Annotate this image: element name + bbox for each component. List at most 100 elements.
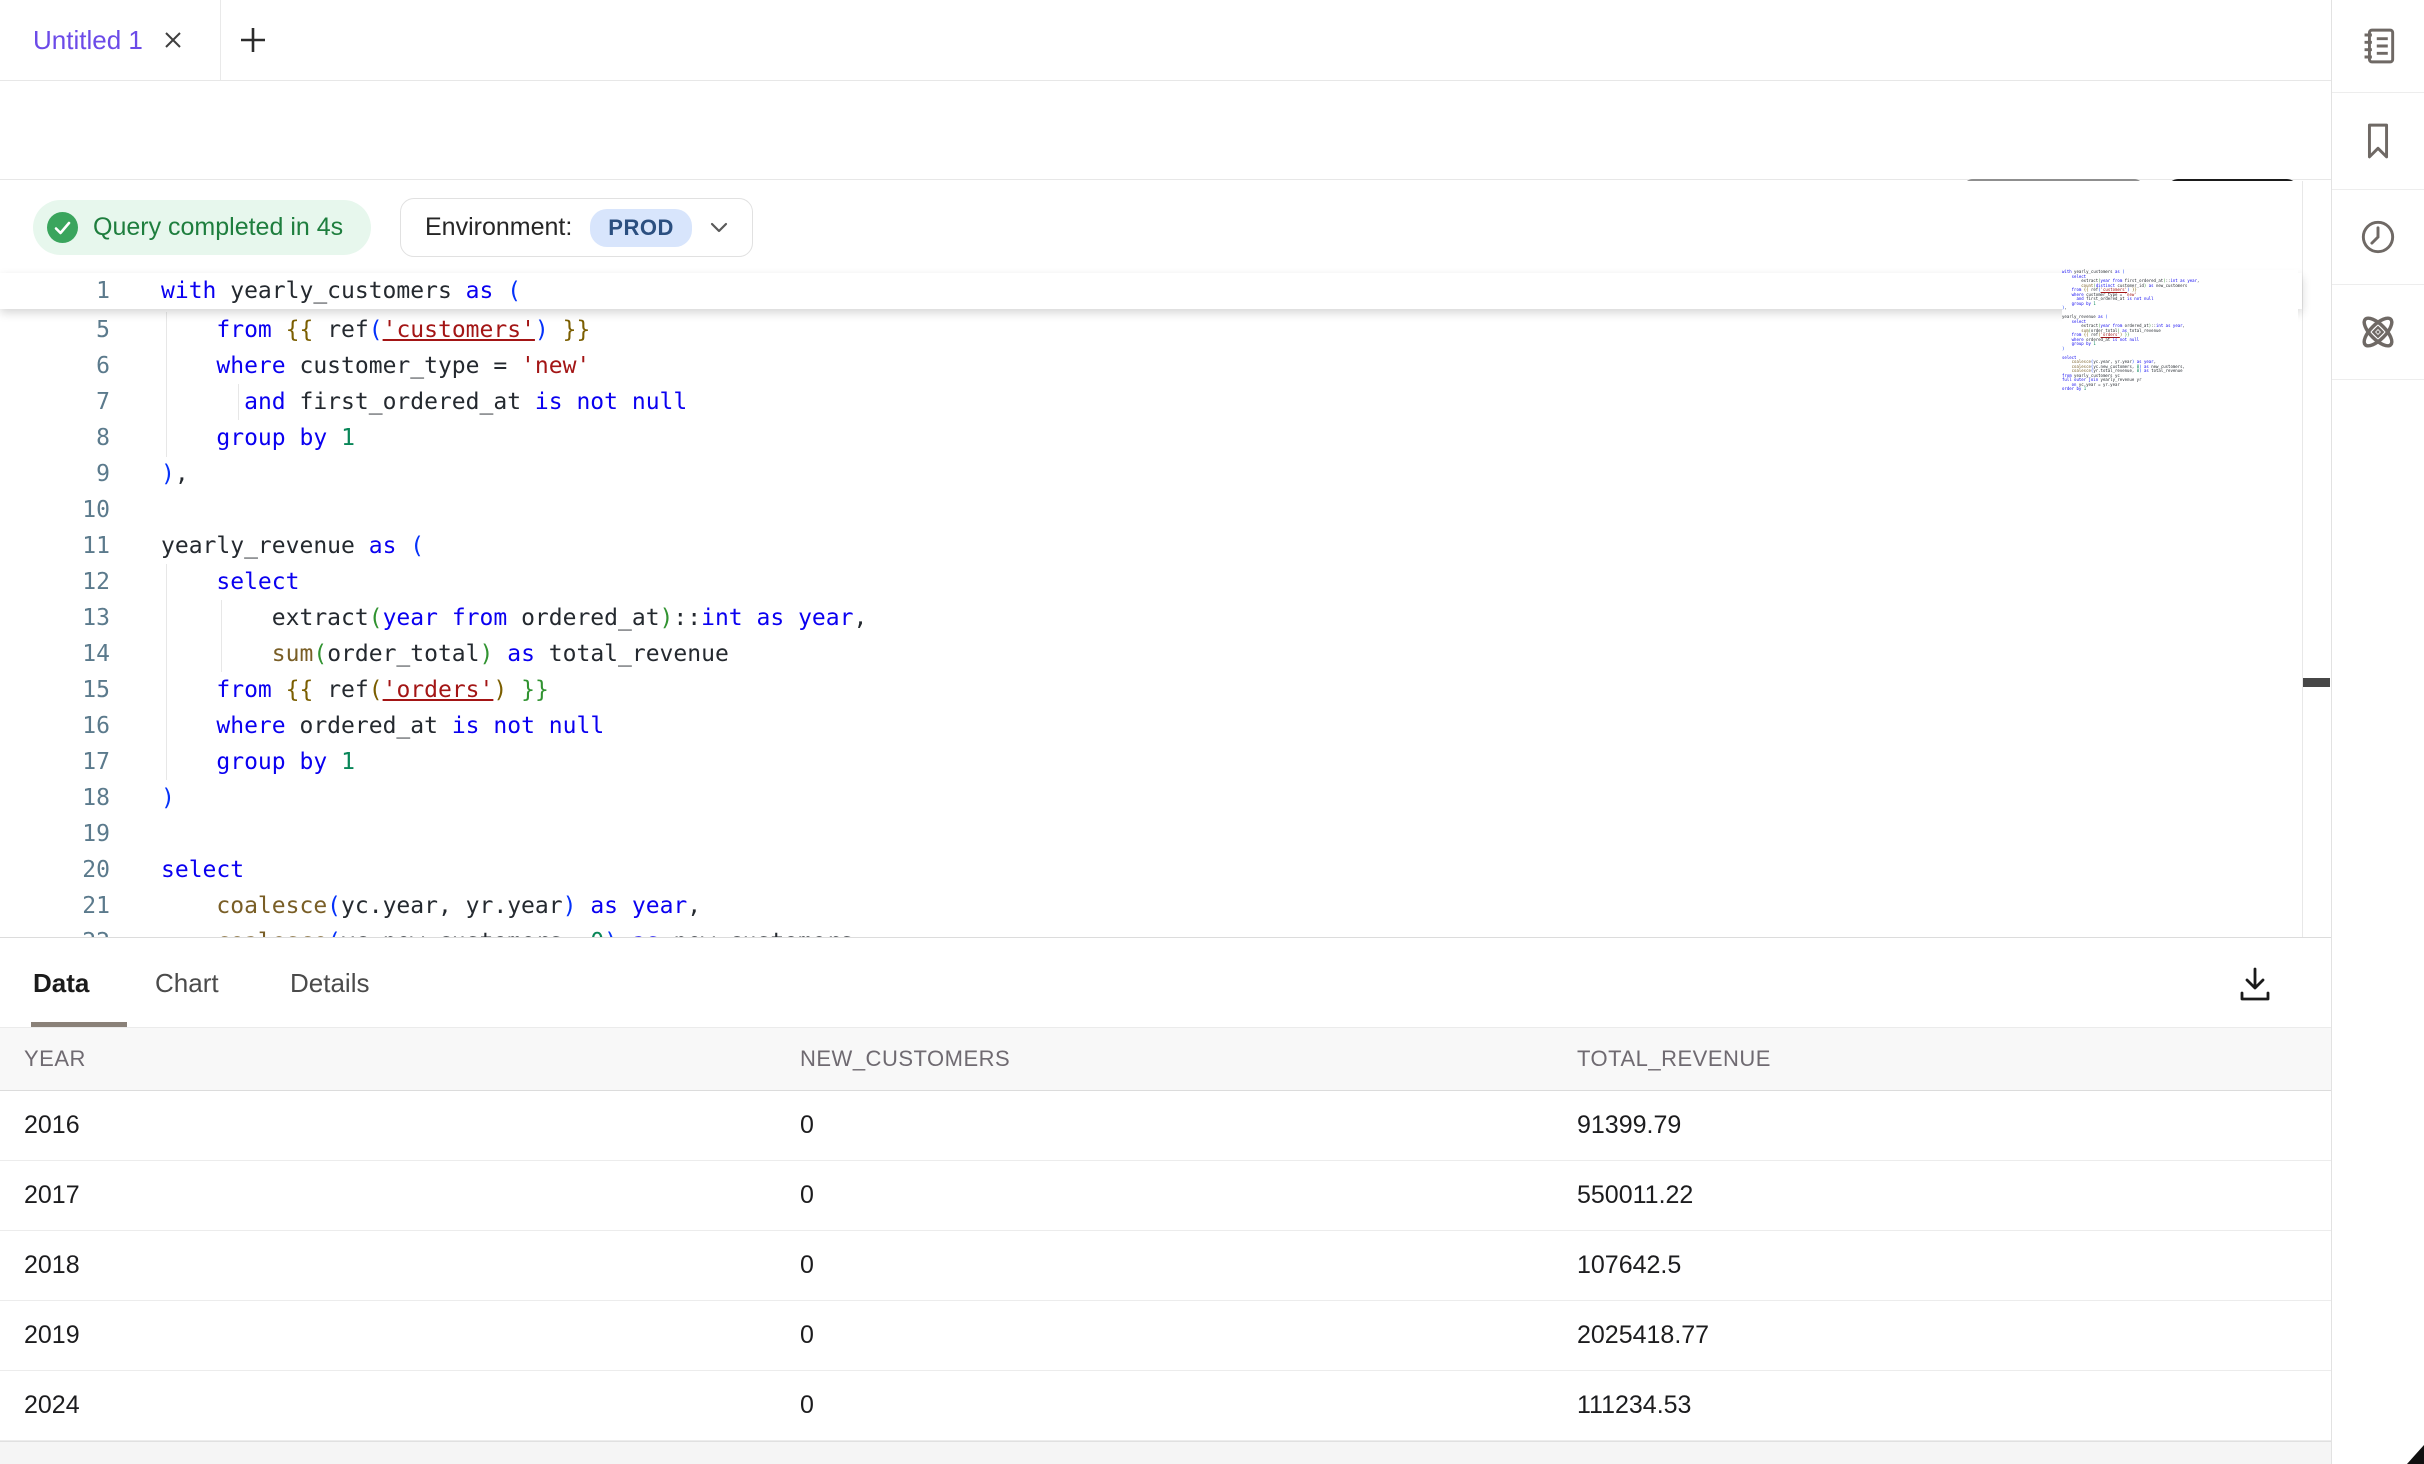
line-number: 22 <box>0 924 161 938</box>
code-lines[interactable]: 5 from {{ ref('customers') }}6 where cus… <box>0 312 2302 938</box>
bookmark-icon <box>2356 119 2400 163</box>
sticky-line: 1with yearly_customers as ( <box>0 273 2302 309</box>
chevron-down-icon <box>710 222 728 233</box>
table-cell: 2018 <box>0 1251 776 1280</box>
dbt-mesh-icon <box>2354 308 2402 356</box>
column-header-total-revenue: TOTAL_REVENUE <box>1553 1046 2331 1072</box>
environment-selector[interactable]: Environment: PROD <box>400 198 753 257</box>
line-number: 18 <box>0 780 161 816</box>
sidebar-item-mesh[interactable] <box>2332 285 2424 380</box>
horizontal-scrollbar[interactable] <box>0 1441 2331 1464</box>
code-text: sum(order_total) as total_revenue <box>161 636 729 672</box>
code-text: group by 1 <box>161 420 355 456</box>
line-number: 5 <box>0 312 161 348</box>
line-number: 14 <box>0 636 161 672</box>
new-tab-button[interactable] <box>236 23 270 57</box>
results-panel: Data Chart Details YEAR NEW_CUSTOMERS TO… <box>0 939 2331 1464</box>
tab-data-label: Data <box>33 968 89 999</box>
results-table-header: YEAR NEW_CUSTOMERS TOTAL_REVENUE <box>0 1028 2331 1091</box>
table-cell: 0 <box>776 1181 1553 1210</box>
line-number: 13 <box>0 600 161 636</box>
tab-details-label: Details <box>290 968 369 999</box>
editor-right-border <box>2302 181 2303 938</box>
tab-details[interactable]: Details <box>290 939 369 1028</box>
line-number: 17 <box>0 744 161 780</box>
tab-chart-label: Chart <box>155 968 219 999</box>
check-circle-icon <box>47 212 78 243</box>
table-row: 2016091399.79 <box>0 1091 2331 1161</box>
tab-data[interactable]: Data <box>33 939 89 1028</box>
environment-label: Environment: <box>425 213 572 242</box>
code-text: from {{ ref('customers') }} <box>161 312 590 348</box>
code-text: ), <box>161 456 189 492</box>
query-status-badge: Query completed in 4s <box>33 200 371 255</box>
history-clock-icon <box>2356 215 2400 259</box>
code-line: 10 <box>0 492 2302 528</box>
tab-close-icon[interactable] <box>161 28 185 52</box>
line-number: 6 <box>0 348 161 384</box>
editor-toolbar: Develop Run <box>0 82 2331 180</box>
tab-divider <box>220 0 221 80</box>
code-line: 21 coalesce(yc.year, yr.year) as year, <box>0 888 2302 924</box>
results-tab-bar: Data Chart Details <box>0 939 2331 1028</box>
tab-label: Untitled 1 <box>33 25 143 56</box>
table-cell: 107642.5 <box>1553 1251 2331 1280</box>
table-cell: 550011.22 <box>1553 1181 2331 1210</box>
active-tab-underline <box>31 1022 127 1027</box>
code-text: yearly_revenue as ( <box>161 528 424 564</box>
results-table-body: 2016091399.7920170550011.2220180107642.5… <box>0 1091 2331 1441</box>
code-line: 1with yearly_customers as ( <box>0 273 2302 309</box>
table-cell: 2024 <box>0 1391 776 1420</box>
right-icon-sidebar <box>2331 0 2424 1464</box>
sidebar-item-notebook[interactable] <box>2332 0 2424 93</box>
code-line: 19 <box>0 816 2302 852</box>
code-line: 20select <box>0 852 2302 888</box>
line-number: 10 <box>0 492 161 528</box>
code-text: select <box>161 852 244 888</box>
table-cell: 2016 <box>0 1111 776 1140</box>
table-row: 20180107642.5 <box>0 1231 2331 1301</box>
code-text: from {{ ref('orders') }} <box>161 672 549 708</box>
line-number: 9 <box>0 456 161 492</box>
download-icon <box>2234 963 2276 1005</box>
line-number: 20 <box>0 852 161 888</box>
minimap[interactable]: with yearly_customers as ( select extrac… <box>2062 270 2298 570</box>
minimap-line: order by 1 <box>2062 387 2298 392</box>
code-line: 5 from {{ ref('customers') }} <box>0 312 2302 348</box>
tab-untitled-1[interactable]: Untitled 1 <box>0 0 185 80</box>
code-text: and first_ordered_at is not null <box>161 384 687 420</box>
line-number: 16 <box>0 708 161 744</box>
scrollbar-thumb[interactable] <box>2303 678 2330 687</box>
code-line: 13 extract(year from ordered_at)::int as… <box>0 600 2302 636</box>
line-number: 19 <box>0 816 161 852</box>
table-cell: 2025418.77 <box>1553 1321 2331 1350</box>
corner-resize-handle[interactable] <box>2407 1445 2424 1464</box>
sidebar-item-bookmarks[interactable] <box>2332 93 2424 190</box>
environment-value-badge: PROD <box>590 209 692 247</box>
code-text: where ordered_at is not null <box>161 708 604 744</box>
tab-chart[interactable]: Chart <box>155 939 219 1028</box>
code-text: group by 1 <box>161 744 355 780</box>
code-line: 7 and first_ordered_at is not null <box>0 384 2302 420</box>
column-header-new-customers: NEW_CUSTOMERS <box>776 1046 1553 1072</box>
code-text: coalesce(yc.new_customers, 0) as new_cus… <box>161 924 867 938</box>
table-row: 20240111234.53 <box>0 1371 2331 1441</box>
notebook-icon <box>2356 24 2400 68</box>
sidebar-item-history[interactable] <box>2332 190 2424 285</box>
line-number: 21 <box>0 888 161 924</box>
table-cell: 111234.53 <box>1553 1391 2331 1420</box>
sql-editor-panel[interactable]: Query completed in 4s Environment: PROD … <box>0 181 2331 938</box>
code-line: 6 where customer_type = 'new' <box>0 348 2302 384</box>
code-line: 8 group by 1 <box>0 420 2302 456</box>
line-number: 11 <box>0 528 161 564</box>
table-cell: 2017 <box>0 1181 776 1210</box>
code-line: 9), <box>0 456 2302 492</box>
table-cell: 0 <box>776 1391 1553 1420</box>
code-text: extract(year from ordered_at)::int as ye… <box>161 600 867 636</box>
line-number: 8 <box>0 420 161 456</box>
download-results-button[interactable] <box>2234 963 2276 1005</box>
column-header-year: YEAR <box>0 1046 776 1072</box>
table-cell: 0 <box>776 1111 1553 1140</box>
line-number: 1 <box>0 273 161 309</box>
line-number: 12 <box>0 564 161 600</box>
